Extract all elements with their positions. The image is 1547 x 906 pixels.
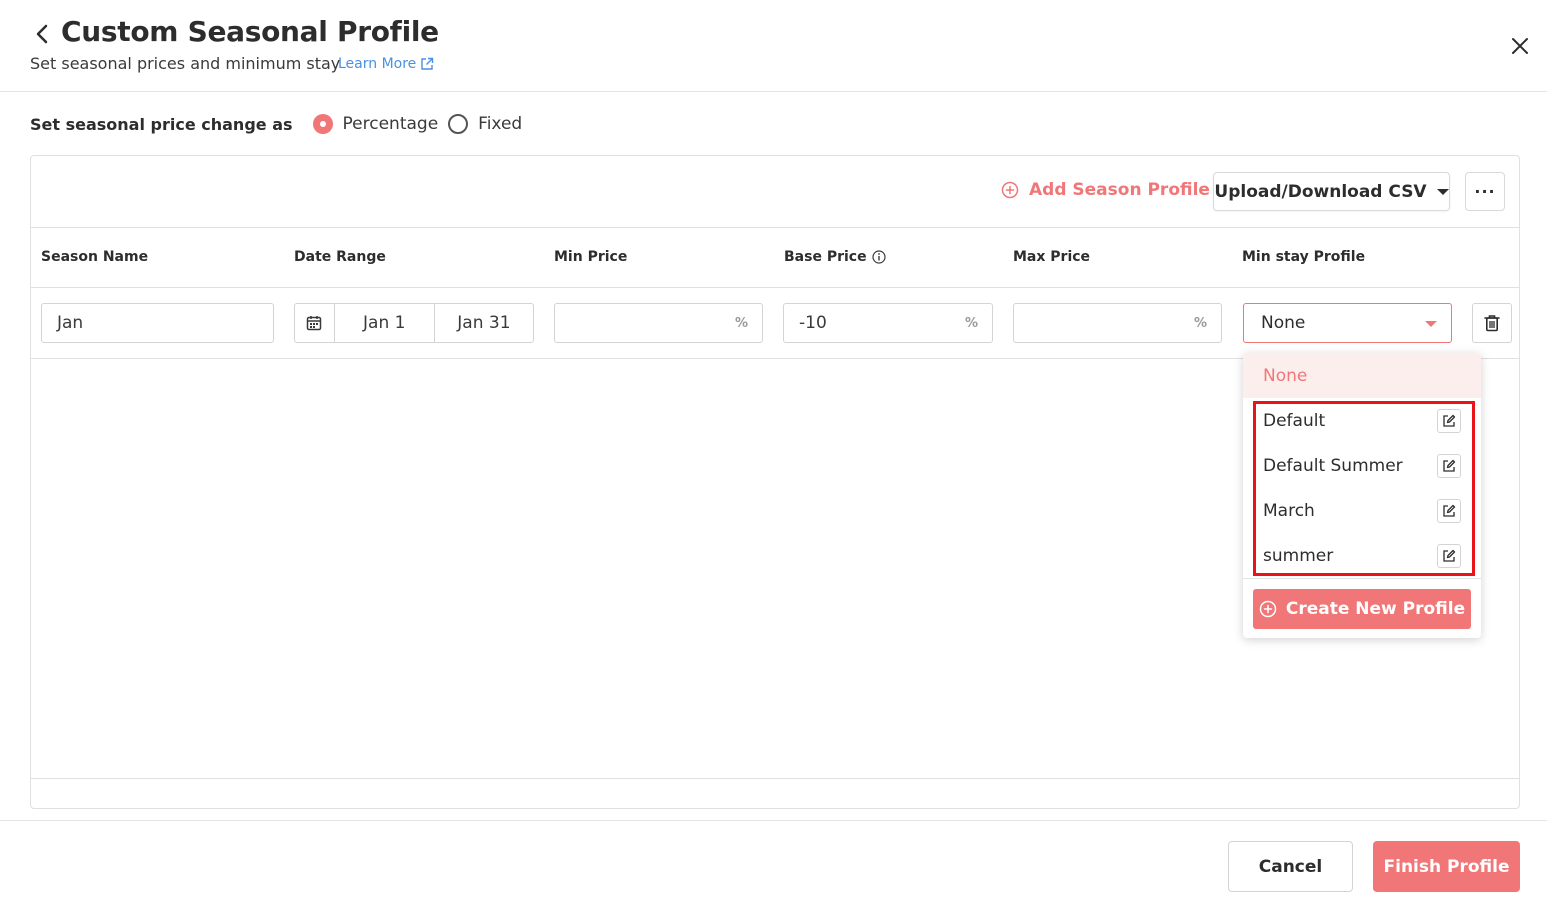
percent-suffix: % xyxy=(1193,315,1207,331)
calendar-icon xyxy=(307,316,322,331)
edit-icon xyxy=(1443,549,1456,562)
dropdown-option[interactable]: Default xyxy=(1243,398,1481,443)
upload-download-csv-button[interactable]: Upload/Download CSV xyxy=(1213,172,1450,211)
edit-icon xyxy=(1443,504,1456,517)
edit-icon xyxy=(1443,414,1456,427)
radio-fixed[interactable]: Fixed xyxy=(448,114,522,134)
chevron-left-icon[interactable] xyxy=(32,22,52,46)
divider xyxy=(31,287,1519,288)
dropdown-option-label: summer xyxy=(1263,545,1334,566)
base-price-label: Base Price xyxy=(784,249,867,265)
radio-fixed-indicator[interactable] xyxy=(448,114,469,134)
trash-icon xyxy=(1484,315,1500,332)
add-season-profile-label: Add Season Profile xyxy=(1029,180,1210,200)
modal-header: Custom Seasonal Profile Set seasonal pri… xyxy=(0,0,1547,92)
min-stay-profile-dropdown: None Default Default Summer March summer… xyxy=(1243,353,1481,638)
csv-button-label: Upload/Download CSV xyxy=(1214,181,1427,202)
edit-profile-button[interactable] xyxy=(1437,499,1461,523)
radio-fixed-label: Fixed xyxy=(478,114,523,134)
price-mode-label: Set seasonal price change as xyxy=(30,114,293,134)
percent-suffix: % xyxy=(964,315,978,331)
plus-circle-icon xyxy=(1259,600,1277,618)
more-options-button[interactable]: ··· xyxy=(1465,172,1505,211)
season-name-value: Jan xyxy=(57,313,84,333)
season-name-input[interactable]: Jan xyxy=(41,303,274,343)
min-stay-profile-select[interactable]: None xyxy=(1243,303,1452,343)
delete-row-button[interactable] xyxy=(1472,303,1512,343)
edit-icon xyxy=(1443,459,1456,472)
add-season-profile-button[interactable]: Add Season Profile xyxy=(1001,180,1210,200)
create-new-profile-label: Create New Profile xyxy=(1285,599,1466,619)
close-icon[interactable] xyxy=(1510,36,1530,56)
plus-circle-icon xyxy=(1001,181,1019,199)
price-mode-group: Set seasonal price change as Percentage … xyxy=(30,112,532,136)
external-link-icon xyxy=(421,57,434,70)
column-header-min-price: Min Price xyxy=(554,249,628,265)
calendar-button[interactable] xyxy=(295,304,335,342)
column-header-max-price: Max Price xyxy=(1013,249,1091,265)
date-range-picker[interactable]: Jan 1 Jan 31 xyxy=(294,303,534,343)
divider xyxy=(0,820,1547,821)
percent-suffix: % xyxy=(734,315,748,331)
max-price-input[interactable]: % xyxy=(1013,303,1222,343)
date-end-field[interactable]: Jan 31 xyxy=(433,304,533,342)
base-price-value: -10 xyxy=(799,313,827,333)
dropdown-option-label: March xyxy=(1263,500,1315,521)
page-subtitle: Set seasonal prices and minimum stay xyxy=(30,54,341,73)
radio-percentage[interactable]: Percentage xyxy=(312,114,439,134)
column-header-season-name: Season Name xyxy=(41,249,149,265)
dropdown-option-label: Default Summer xyxy=(1263,455,1403,476)
divider xyxy=(31,778,1519,779)
learn-more-link[interactable]: Learn More xyxy=(338,56,434,72)
create-new-profile-button[interactable]: Create New Profile xyxy=(1253,589,1471,629)
learn-more-label: Learn More xyxy=(338,56,417,72)
edit-profile-button[interactable] xyxy=(1437,544,1461,568)
base-price-input[interactable]: -10 % xyxy=(783,303,993,343)
dropdown-option[interactable]: Default Summer xyxy=(1243,443,1481,488)
radio-percentage-label: Percentage xyxy=(342,114,439,134)
info-icon[interactable] xyxy=(871,250,886,264)
finish-profile-button[interactable]: Finish Profile xyxy=(1373,841,1520,892)
caret-down-icon xyxy=(1425,321,1437,327)
cancel-button[interactable]: Cancel xyxy=(1228,841,1353,892)
dropdown-option[interactable]: summer xyxy=(1243,533,1481,578)
column-header-base-price: Base Price xyxy=(784,249,886,265)
edit-profile-button[interactable] xyxy=(1437,409,1461,433)
column-header-min-stay-profile: Min stay Profile xyxy=(1242,249,1366,265)
divider xyxy=(31,227,1519,228)
radio-percentage-indicator[interactable] xyxy=(312,114,333,134)
page-title: Custom Seasonal Profile xyxy=(61,15,439,48)
min-stay-profile-value: None xyxy=(1261,313,1306,333)
column-header-date-range: Date Range xyxy=(294,249,386,265)
date-start-field[interactable]: Jan 1 xyxy=(335,304,434,342)
divider xyxy=(1243,578,1481,579)
dropdown-option-label: Default xyxy=(1263,410,1326,431)
dropdown-option-none[interactable]: None xyxy=(1243,353,1481,398)
dropdown-option[interactable]: March xyxy=(1243,488,1481,533)
edit-profile-button[interactable] xyxy=(1437,454,1461,478)
min-price-input[interactable]: % xyxy=(554,303,763,343)
caret-down-icon xyxy=(1436,188,1449,195)
